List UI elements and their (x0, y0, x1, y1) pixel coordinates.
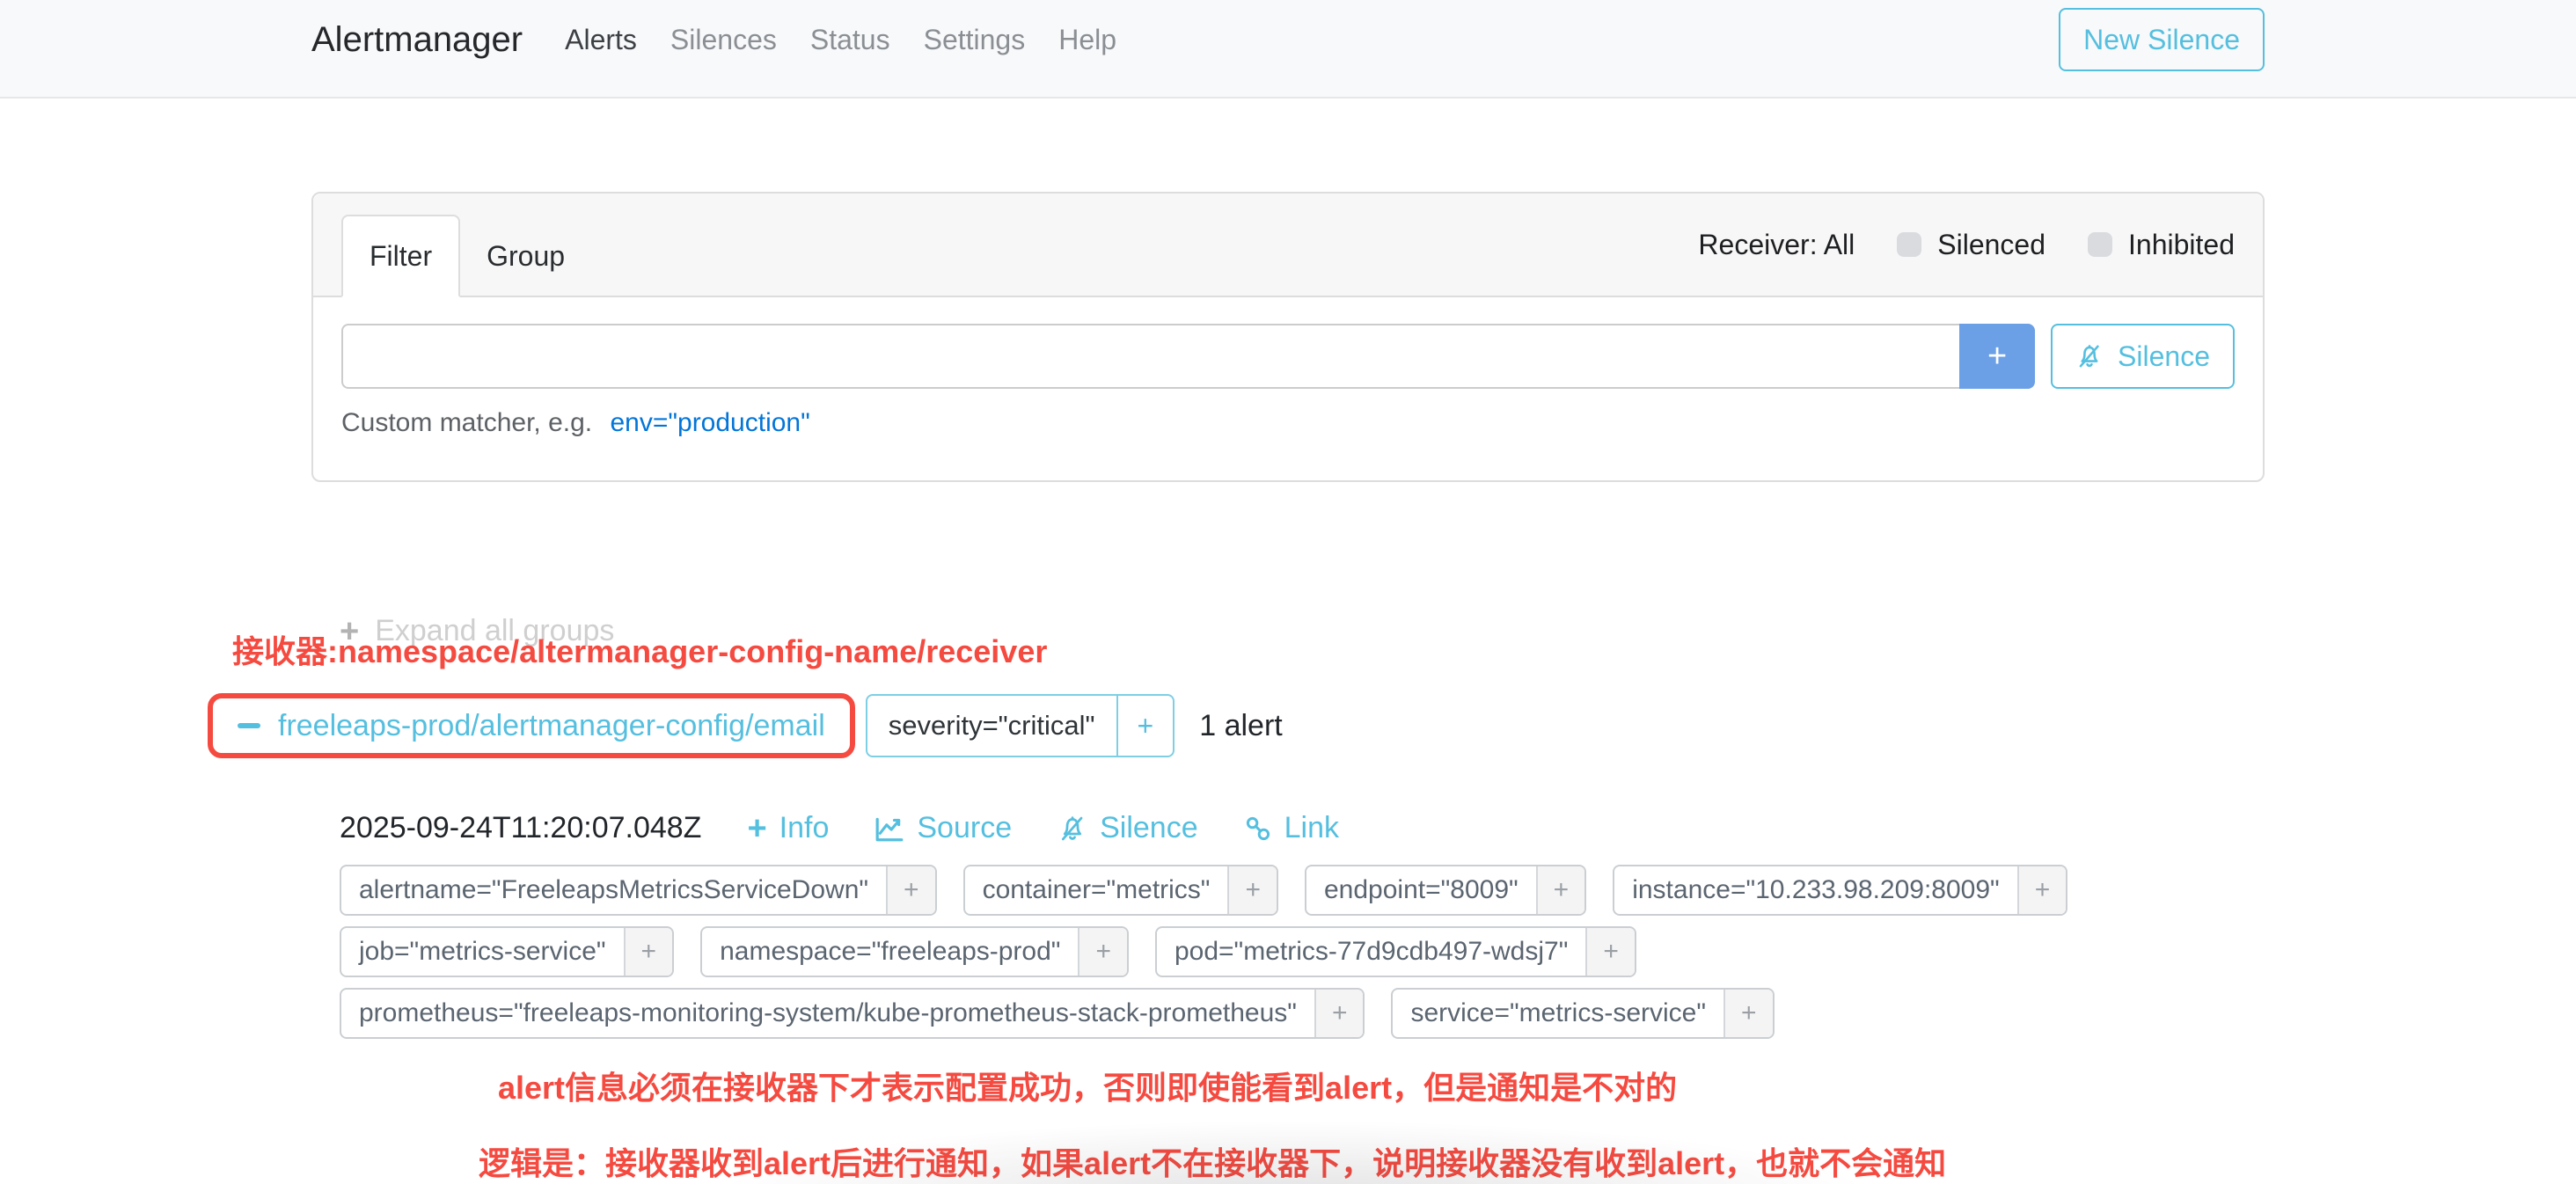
inhibited-checkbox[interactable] (2088, 232, 2112, 257)
alert-meta-row: 2025-09-24T11:20:07.048Z + Info Source (340, 811, 2134, 845)
navbar: Alertmanager Alerts Silences Status Sett… (0, 0, 2576, 99)
label-add-button[interactable]: + (886, 866, 935, 914)
silence-button[interactable]: Silence (2051, 324, 2235, 389)
main-nav: Alerts Silences Status Settings Help (565, 24, 1150, 56)
label-pill: pod="metrics-77d9cdb497-wdsj7" + (1155, 926, 1636, 977)
group-matcher-chip: severity="critical" + (866, 694, 1175, 757)
label-text: pod="metrics-77d9cdb497-wdsj7" (1157, 928, 1585, 976)
label-add-button[interactable]: + (1585, 928, 1635, 976)
filter-card-body: + Silence Custom matcher, e.g. (313, 297, 2263, 480)
chart-line-icon (875, 814, 904, 844)
silence-action[interactable]: Silence (1057, 811, 1198, 845)
link-action-label: Link (1284, 811, 1339, 845)
alert-group-header: freeleaps-prod/alertmanager-config/email… (208, 693, 1283, 758)
label-text: endpoint="8009" (1306, 866, 1536, 914)
label-text: job="metrics-service" (341, 928, 624, 976)
silence-button-label: Silence (2118, 340, 2210, 373)
add-matcher-button[interactable]: + (1959, 324, 2035, 389)
label-pill: instance="10.233.98.209:8009" + (1613, 865, 2067, 916)
matcher-input[interactable] (341, 324, 1959, 389)
collapse-minus-icon (238, 723, 260, 728)
label-pill: service="metrics-service" + (1391, 988, 1774, 1039)
new-silence-button[interactable]: New Silence (2059, 8, 2265, 71)
receiver-filter-dropdown[interactable]: Receiver: All (1698, 229, 1855, 261)
app-brand[interactable]: Alertmanager (311, 20, 523, 60)
silence-action-label: Silence (1100, 811, 1198, 845)
expand-all-groups-button[interactable]: + Expand all groups (340, 614, 614, 648)
label-add-button[interactable]: + (624, 928, 673, 976)
bell-slash-icon (1057, 814, 1087, 844)
nav-silences[interactable]: Silences (670, 24, 777, 56)
bottom-shadow (563, 1103, 2023, 1184)
label-text: container="metrics" (965, 866, 1228, 914)
label-add-button[interactable]: + (2017, 866, 2067, 914)
label-pill: job="metrics-service" + (340, 926, 674, 977)
nav-settings[interactable]: Settings (924, 24, 1026, 56)
label-text: namespace="freeleaps-prod" (702, 928, 1078, 976)
info-action[interactable]: + Info (747, 811, 829, 845)
info-action-label: Info (779, 811, 830, 845)
label-add-button[interactable]: + (1536, 866, 1585, 914)
silenced-checkbox[interactable] (1897, 232, 1921, 257)
annotation-note-line2: 逻辑是：接收器收到alert后进行通知，如果alert不在接收器下，说明接收器没… (479, 1138, 1946, 1184)
filter-header-controls: Receiver: All Silenced Inhibited (1698, 194, 2235, 296)
group-matcher-add-button[interactable]: + (1116, 696, 1174, 756)
nav-help[interactable]: Help (1058, 24, 1116, 56)
filter-card-header: Filter Group Receiver: All Silenced Inhi… (313, 194, 2263, 297)
silenced-toggle[interactable]: Silenced (1897, 229, 2045, 261)
receiver-group-button[interactable]: freeleaps-prod/alertmanager-config/email (238, 709, 825, 743)
inhibited-toggle[interactable]: Inhibited (2088, 229, 2235, 261)
annotation-note-line1: alert信息必须在接收器下才表示配置成功，否则即使能看到alert，但是通知是… (498, 1063, 1677, 1108)
custom-matcher-hint: Custom matcher, e.g. env="production" (341, 408, 2235, 438)
plus-icon: + (747, 812, 766, 845)
matcher-example-link[interactable]: env="production" (610, 408, 809, 437)
alertmanager-page: Alertmanager Alerts Silences Status Sett… (0, 0, 2576, 1184)
alert-count: 1 alert (1199, 709, 1283, 743)
label-text: alertname="FreeleapsMetricsServiceDown" (341, 866, 886, 914)
label-pill: container="metrics" + (963, 865, 1278, 916)
label-pill: namespace="freeleaps-prod" + (700, 926, 1129, 977)
main-content: Filter Group Receiver: All Silenced Inhi… (311, 192, 2265, 482)
custom-matcher-hint-text: Custom matcher, e.g. (341, 408, 592, 437)
plus-icon: + (340, 615, 359, 648)
tab-filter[interactable]: Filter (341, 215, 460, 297)
filter-card: Filter Group Receiver: All Silenced Inhi… (311, 192, 2265, 482)
label-text: instance="10.233.98.209:8009" (1614, 866, 2016, 914)
label-text: service="metrics-service" (1393, 990, 1723, 1037)
alert-timestamp: 2025-09-24T11:20:07.048Z (340, 811, 701, 845)
link-action[interactable]: Link (1244, 811, 1339, 845)
label-add-button[interactable]: + (1227, 866, 1277, 914)
link-icon (1244, 815, 1272, 843)
label-pill: prometheus="freeleaps-monitoring-system/… (340, 988, 1365, 1039)
annotation-highlight-box: freeleaps-prod/alertmanager-config/email (208, 693, 855, 758)
tab-group[interactable]: Group (460, 216, 591, 296)
label-pill: endpoint="8009" + (1305, 865, 1586, 916)
alert-labels: alertname="FreeleapsMetricsServiceDown" … (340, 865, 2134, 1049)
alert-item: 2025-09-24T11:20:07.048Z + Info Source (340, 811, 2134, 1049)
source-action[interactable]: Source (875, 811, 1012, 845)
label-text: prometheus="freeleaps-monitoring-system/… (341, 990, 1314, 1037)
nav-alerts[interactable]: Alerts (565, 24, 637, 56)
nav-status[interactable]: Status (810, 24, 890, 56)
expand-all-groups-label: Expand all groups (375, 614, 614, 648)
group-matcher-label: severity="critical" (867, 696, 1116, 756)
label-add-button[interactable]: + (1723, 990, 1773, 1037)
label-pill: alertname="FreeleapsMetricsServiceDown" … (340, 865, 937, 916)
label-add-button[interactable]: + (1314, 990, 1364, 1037)
source-action-label: Source (917, 811, 1012, 845)
label-add-button[interactable]: + (1078, 928, 1127, 976)
bell-slash-icon (2075, 342, 2104, 370)
inhibited-label: Inhibited (2128, 229, 2235, 261)
silenced-label: Silenced (1937, 229, 2045, 261)
receiver-group-label: freeleaps-prod/alertmanager-config/email (278, 709, 825, 743)
